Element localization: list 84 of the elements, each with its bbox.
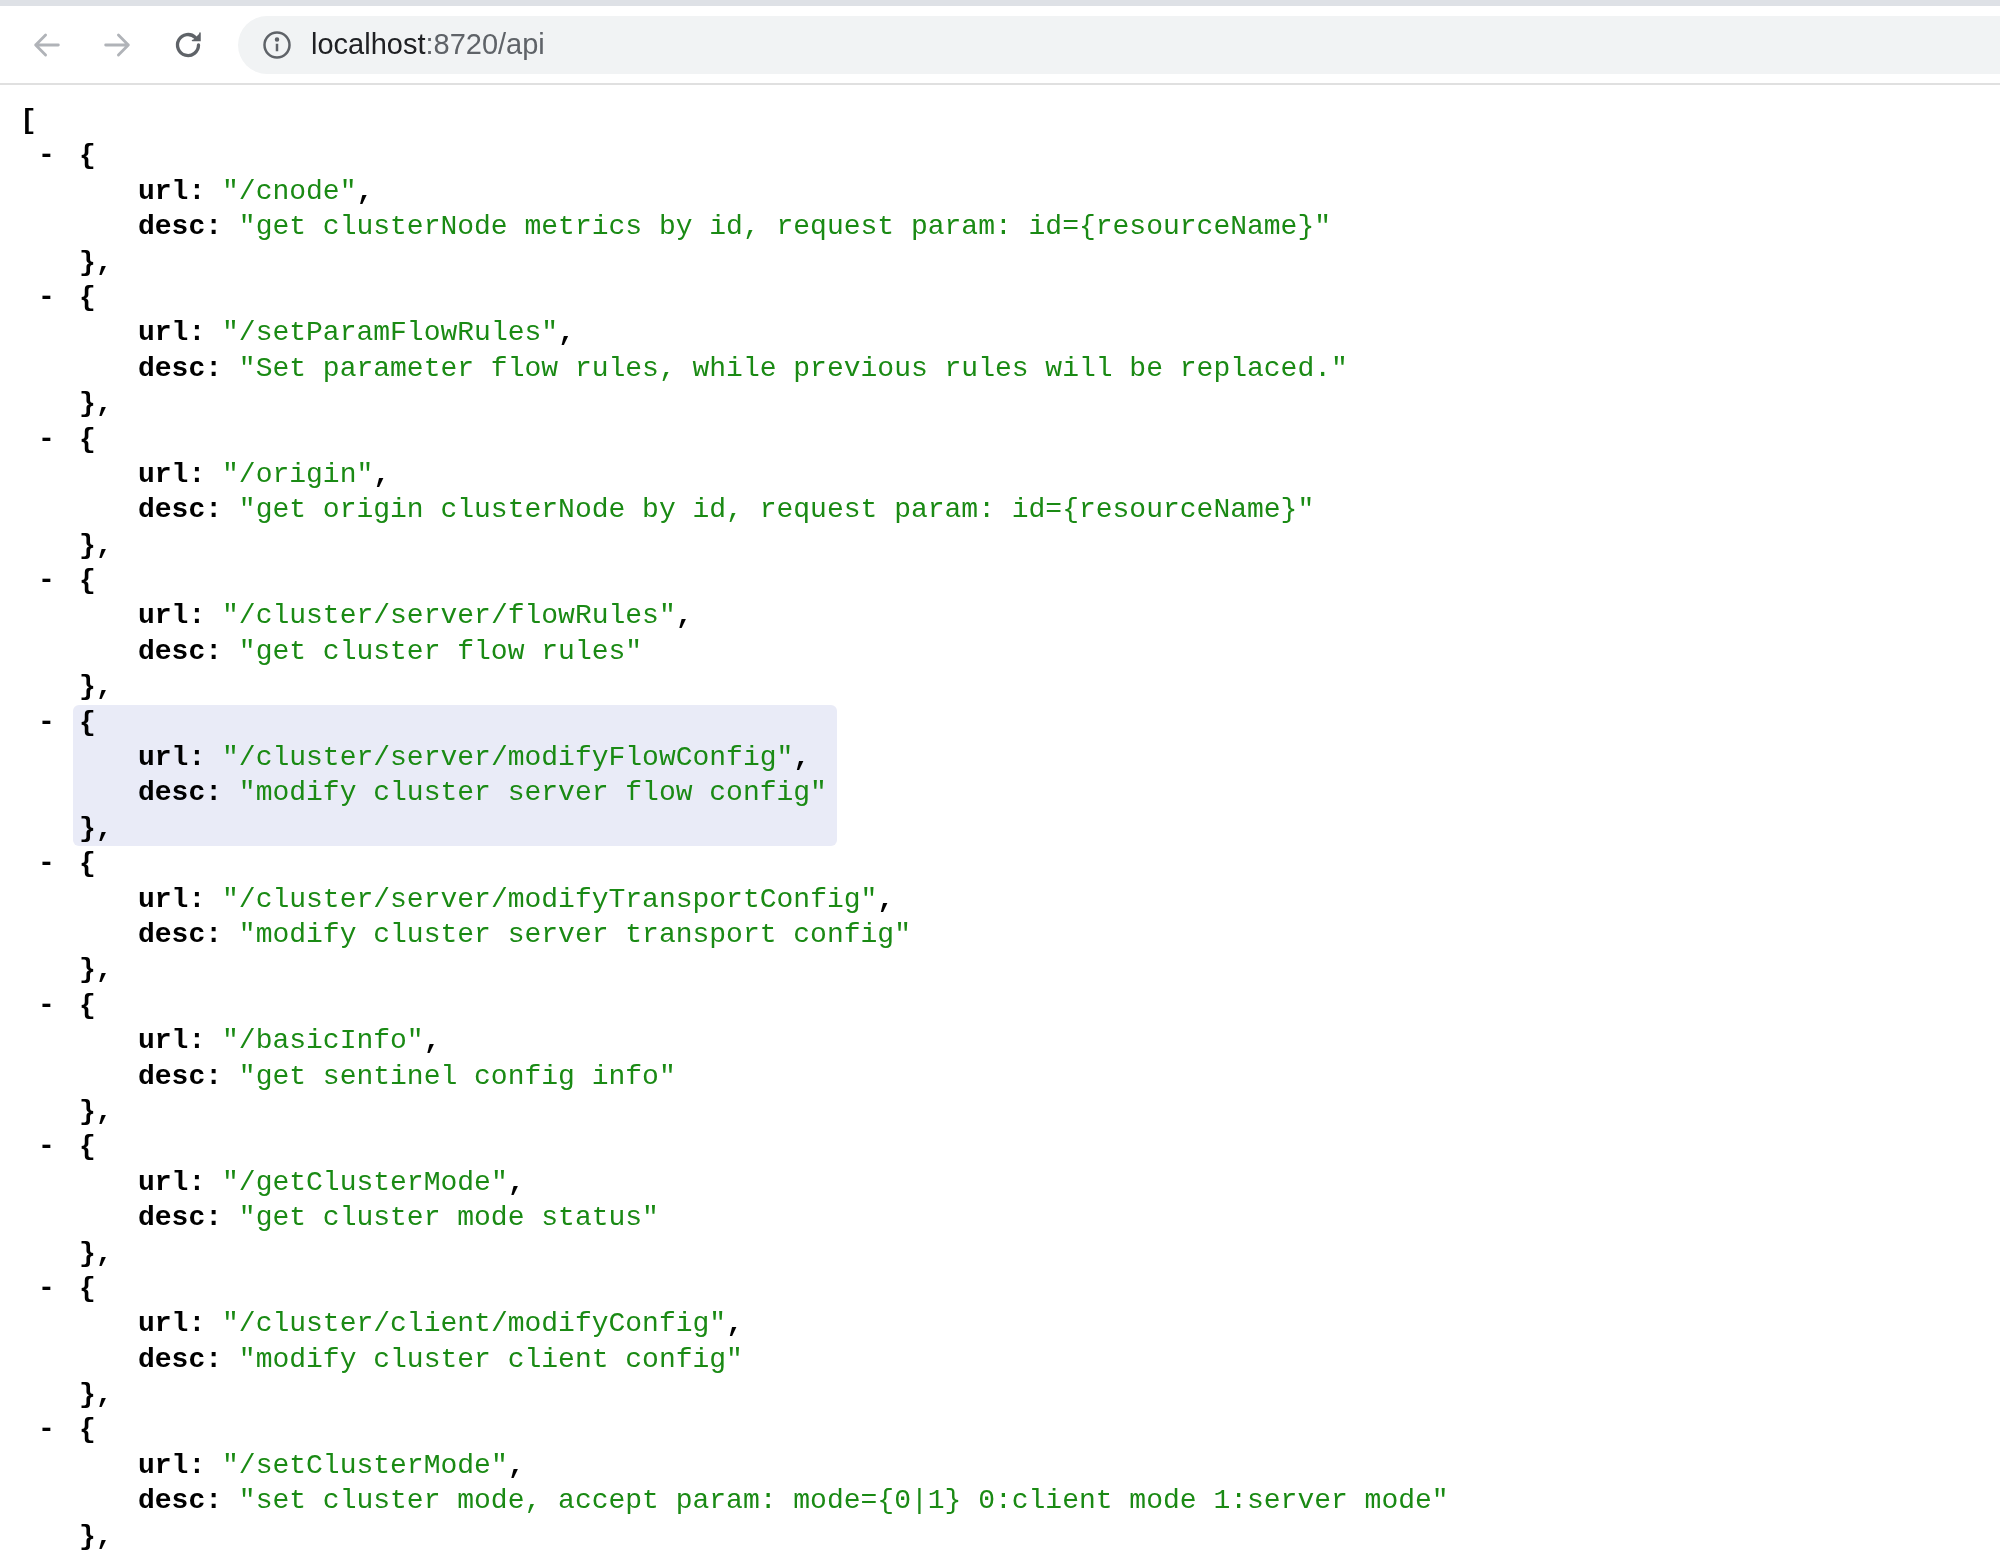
json-punctuation: { (79, 1414, 96, 1446)
json-key: url: (138, 458, 206, 490)
json-string: "/getClusterMode" (222, 1166, 508, 1198)
json-string: "get cluster flow rules" (238, 635, 643, 667)
json-key: url: (138, 317, 206, 349)
json-key: desc: (138, 352, 222, 384)
json-string: "/cnode" (222, 175, 357, 207)
json-key: desc: (138, 1343, 222, 1375)
json-key: desc: (138, 494, 222, 526)
json-punctuation: { (79, 565, 96, 597)
json-string: "/cluster/server/flowRules" (222, 600, 676, 632)
json-punctuation: { (79, 423, 96, 455)
json-string: "modify cluster client config" (238, 1343, 743, 1375)
json-punctuation: , (373, 458, 391, 490)
collapse-toggle[interactable]: - (38, 1272, 55, 1304)
json-key: url: (138, 1025, 206, 1057)
json-string: "/setClusterMode" (222, 1449, 508, 1481)
json-string: "get origin clusterNode by id, request param: id={resourceName}" (238, 494, 1315, 526)
json-punctuation: , (356, 175, 374, 207)
json-punctuation: , (793, 742, 811, 774)
json-punctuation: , (558, 317, 575, 349)
json-key: url: (138, 1449, 206, 1481)
json-string: "/cluster/server/modifyFlowConfig" (222, 742, 794, 774)
json-punctuation: , (507, 1166, 525, 1198)
json-punctuation: }, (79, 529, 113, 561)
json-string: "/origin" (222, 458, 374, 490)
json-punctuation: }, (79, 671, 113, 703)
json-key: desc: (138, 1202, 222, 1234)
json-string: "get sentinel config info" (238, 1060, 676, 1092)
collapse-toggle[interactable]: - (38, 848, 55, 880)
json-punctuation: , (726, 1308, 743, 1340)
json-punctuation: }, (79, 812, 113, 844)
collapse-toggle[interactable]: - (38, 706, 55, 738)
collapse-toggle[interactable]: - (38, 281, 55, 313)
json-bracket: [ (20, 105, 37, 136)
json-key: url: (138, 1166, 206, 1198)
json-key: desc: (138, 211, 222, 243)
json-key: desc: (138, 635, 222, 667)
json-punctuation: { (79, 989, 96, 1021)
json-key: url: (138, 742, 206, 774)
json-string: "Set parameter flow rules, while previous rules will be replaced." (238, 352, 1348, 384)
json-punctuation: { (79, 281, 96, 313)
json-string: "get cluster mode status" (238, 1202, 659, 1234)
json-string: "/cluster/server/modifyTransportConfig" (222, 883, 878, 915)
collapse-toggle[interactable]: - (38, 423, 55, 455)
collapse-toggle[interactable]: - (38, 565, 55, 597)
json-punctuation: , (877, 883, 895, 915)
json-punctuation: }, (79, 1379, 113, 1411)
json-string: "/setParamFlowRules" (222, 317, 559, 349)
json-punctuation: , (507, 1449, 525, 1481)
json-punctuation: }, (79, 1520, 113, 1552)
json-punctuation: }, (79, 954, 113, 986)
json-punctuation: }, (79, 1095, 113, 1127)
url-text: localhost:8720/api (311, 26, 545, 62)
json-punctuation: }, (79, 246, 113, 278)
json-punctuation: { (79, 1131, 96, 1163)
json-punctuation: }, (79, 1237, 113, 1269)
collapse-toggle[interactable]: - (38, 1414, 55, 1446)
json-punctuation: { (79, 140, 96, 172)
json-punctuation: }, (79, 388, 113, 420)
info-icon[interactable] (262, 29, 292, 60)
json-key: url: (138, 600, 206, 632)
json-key: desc: (138, 1060, 222, 1092)
collapse-toggle[interactable]: - (38, 140, 55, 172)
json-punctuation: { (79, 848, 96, 880)
json-string: "modify cluster server transport config" (238, 919, 911, 950)
json-key: url: (138, 1308, 206, 1340)
json-string: "/basicInfo" (222, 1025, 424, 1057)
json-punctuation: , (423, 1025, 441, 1057)
json-key: url: (138, 883, 206, 915)
json-key: url: (138, 175, 206, 207)
json-punctuation: { (79, 706, 96, 738)
json-punctuation: , (675, 600, 693, 632)
json-string: "/cluster/client/modifyConfig" (222, 1308, 727, 1340)
collapse-toggle[interactable]: - (38, 1131, 55, 1163)
address-bar[interactable]: localhost:8720/api (238, 15, 2000, 74)
json-string: "get clusterNode metrics by id, request param: id={resourceName}" (238, 211, 1331, 243)
json-punctuation: { (79, 1272, 96, 1304)
json-key: desc: (138, 777, 222, 809)
json-key: desc: (138, 1485, 222, 1517)
collapse-toggle[interactable]: - (38, 989, 55, 1021)
json-string: "modify cluster server flow config" (238, 777, 827, 809)
json-string: "set cluster mode, accept param: mode={0|1} 0:client mode 1:server mode" (238, 1485, 1449, 1517)
json-key: desc: (138, 919, 222, 950)
